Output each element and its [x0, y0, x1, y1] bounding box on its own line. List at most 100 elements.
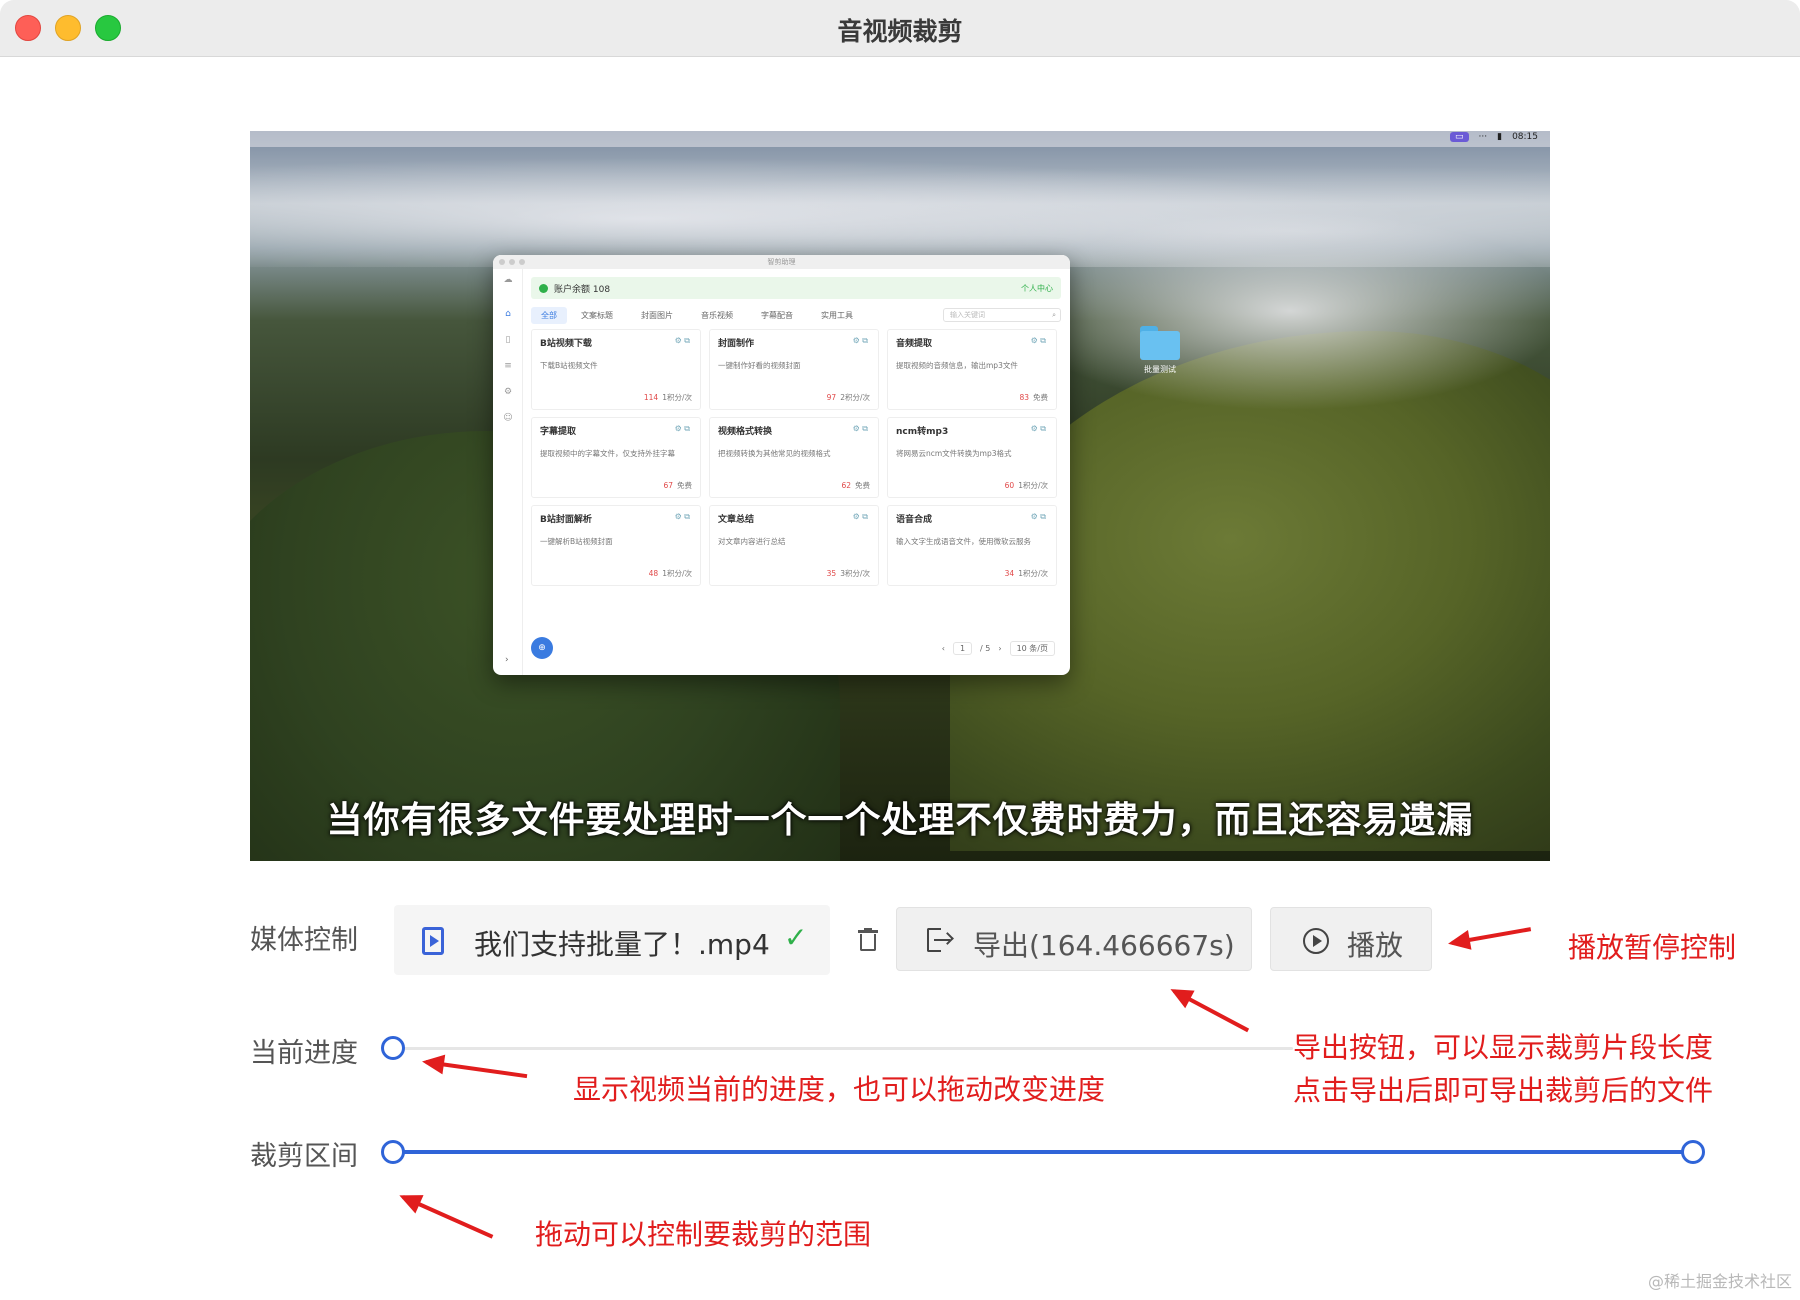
home-icon: ⌂ [505, 309, 511, 319]
check-icon: ✓ [784, 921, 808, 954]
tool-card-desc: 输入文字生成语音文件，使用微软云服务 [896, 537, 1031, 546]
trash-icon[interactable] [858, 928, 878, 952]
progress-label: 当前进度 [250, 1038, 358, 1069]
tool-card-desc: 一键解析B站视频封面 [540, 537, 613, 546]
export-icon [927, 928, 954, 952]
inner-app-title: 智剪助理 [767, 258, 796, 266]
tool-card-title: B站视频下载 [540, 339, 592, 349]
hot-count: 48 [648, 569, 659, 578]
menubar-clock: 08:15 [1512, 132, 1538, 142]
hot-count: 62 [841, 481, 851, 490]
file-selector[interactable]: 我们支持批量了！.mp4 ✓ [394, 905, 830, 975]
tool-card: 字幕提取 ⚙ ⧉ 提取视频中的字幕文件，仅支持外挂字幕 67 免费 [531, 417, 701, 498]
profile-link: 个人中心 [1021, 283, 1053, 293]
check-circle-icon [539, 283, 548, 293]
tool-card-title: B站封面解析 [540, 515, 592, 525]
balance-text: 账户余额 108 [554, 284, 611, 295]
annotation-arrow [1451, 927, 1532, 945]
inner-tabs: 全部 文案标题 封面图片 音乐视频 字幕配音 实用工具 输入关键词 [531, 306, 1061, 324]
annotation-export-1: 导出按钮，可以显示裁剪片段长度 [1293, 1031, 1714, 1064]
hot-count: 114 [643, 393, 659, 402]
balance-bar: 账户余额 108 个人中心 [531, 277, 1061, 299]
watermark: @稀土掘金技术社区 [1647, 1272, 1792, 1291]
inner-tab: 全部 [531, 306, 567, 324]
inner-tab: 文案标题 [581, 310, 613, 320]
range-label: 裁剪区间 [250, 1141, 358, 1172]
export-button[interactable]: 导出(164.466667s) [896, 907, 1252, 971]
tool-card-title: ncm转mp3 [896, 427, 949, 437]
card-action-icons: ⚙ ⧉ [852, 424, 868, 433]
folder-label: 批量测试 [1144, 365, 1176, 374]
hot-count: 35 [826, 569, 837, 578]
card-action-icons: ⚙ ⧉ [1030, 512, 1046, 521]
gear-icon: ⚙ [503, 387, 513, 397]
tool-card-desc: 提取视频的音频信息，输出mp3文件 [896, 361, 1018, 370]
tool-card: 语音合成 ⚙ ⧉ 输入文字生成语音文件，使用微软云服务 34 1积分/次 [887, 505, 1057, 586]
tool-card-desc: 把视频转换为其他常见的视频格式 [718, 449, 831, 458]
hot-count: 83 [1019, 393, 1029, 402]
title-bar: 音视频裁剪 [0, 0, 1800, 57]
media-control-label: 媒体控制 [250, 925, 358, 956]
video-subtitle: 当你有很多文件要处理时一个一个处理不仅费时费力，而且还容易遗漏 [326, 800, 1474, 841]
cost: 免费 [677, 481, 692, 490]
annotation-arrow [1173, 989, 1250, 1033]
tool-card: B站视频下载 ⚙ ⧉ 下载B站视频文件 114 1积分/次 [531, 329, 701, 410]
progress-track[interactable] [393, 1047, 1293, 1050]
tool-card: ncm转mp3 ⚙ ⧉ 将网易云ncm文件转换为mp3格式 60 1积分/次 [887, 417, 1057, 498]
inner-app-sidebar: ☁ ⌂ ▯ ≡ ⚙ ☺ [493, 269, 523, 675]
card-action-icons: ⚙ ⧉ [852, 512, 868, 521]
play-button[interactable]: 播放 [1270, 907, 1432, 971]
hot-count: 67 [663, 481, 673, 490]
user-icon: ☺ [503, 413, 513, 423]
tool-card-title: 封面制作 [718, 339, 755, 349]
card-action-icons: ⚙ ⧉ [674, 512, 690, 521]
cost: 1积分/次 [1018, 569, 1048, 578]
tool-card-desc: 一键制作好看的视频封面 [718, 361, 801, 370]
range-track[interactable] [393, 1150, 1693, 1154]
annotation-progress: 显示视频当前的进度，也可以拖动改变进度 [573, 1073, 1106, 1106]
play-label: 播放 [1347, 929, 1404, 962]
video-preview[interactable]: ▭ ··· ▮ 08:15 批量测试 智剪助理 ☁ ⌂ ▯ ≡ ⚙ ☺ 账户余额… [250, 131, 1550, 861]
tool-card: 封面制作 ⚙ ⧉ 一键制作好看的视频封面 97 2积分/次 [709, 329, 879, 410]
tool-card-desc: 对文章内容进行总结 [718, 537, 786, 546]
card-action-icons: ⚙ ⧉ [674, 336, 690, 345]
hot-count: 97 [826, 393, 837, 402]
tool-card-desc: 将网易云ncm文件转换为mp3格式 [896, 449, 1012, 458]
export-label: 导出(164.466667s) [973, 929, 1235, 962]
inner-tab: 音乐视频 [701, 310, 733, 320]
video-file-icon [422, 927, 444, 955]
video-menubar: ▭ ··· ▮ 08:15 [250, 131, 1550, 147]
doc-icon: ▯ [505, 335, 511, 345]
cost: 免费 [855, 481, 870, 490]
annotation-range: 拖动可以控制要裁剪的范围 [535, 1218, 872, 1251]
tool-card-desc: 下载B站视频文件 [540, 361, 598, 370]
tool-card: 视频格式转换 ⚙ ⧉ 把视频转换为其他常见的视频格式 62 免费 [709, 417, 879, 498]
cost: 1积分/次 [662, 569, 692, 578]
inner-tab: 实用工具 [821, 310, 853, 320]
tool-card: B站封面解析 ⚙ ⧉ 一键解析B站视频封面 48 1积分/次 [531, 505, 701, 586]
annotation-arrow [402, 1195, 494, 1239]
inner-tab: 封面图片 [641, 310, 673, 320]
cost: 免费 [1033, 393, 1048, 402]
progress-handle[interactable] [381, 1036, 405, 1060]
tool-card: 文章总结 ⚙ ⧉ 对文章内容进行总结 35 3积分/次 [709, 505, 879, 586]
list-icon: ≡ [504, 361, 512, 371]
annotation-play: 播放暂停控制 [1568, 931, 1737, 964]
menubar-battery-icon: ▮ [1497, 132, 1503, 142]
menubar-app-icon: ▭ [1450, 132, 1469, 142]
tool-card-title: 语音合成 [896, 515, 933, 525]
app-window: 音视频裁剪 ▭ ··· ▮ 08:15 批量测试 智剪助理 ☁ ⌂ ▯ ≡ ⚙ … [0, 0, 1800, 1300]
tool-card-desc: 提取视频中的字幕文件，仅支持外挂字幕 [540, 449, 675, 458]
hot-count: 60 [1004, 481, 1015, 490]
logo-icon: ☁ [503, 275, 513, 285]
range-start-handle[interactable] [381, 1140, 405, 1164]
menubar-more-icon: ··· [1478, 132, 1488, 142]
card-action-icons: ⚙ ⧉ [852, 336, 868, 345]
hot-count: 34 [1004, 569, 1015, 578]
play-icon [1303, 928, 1329, 954]
range-end-handle[interactable] [1681, 1140, 1705, 1164]
window-title: 音视频裁剪 [837, 17, 963, 46]
tool-card: 音频提取 ⚙ ⧉ 提取视频的音频信息，输出mp3文件 83 免费 [887, 329, 1057, 410]
tool-cards: B站视频下载 ⚙ ⧉ 下载B站视频文件 114 1积分/次 封面制作 ⚙ ⧉ 一键制作好看的视… [531, 329, 1061, 586]
card-action-icons: ⚙ ⧉ [1030, 336, 1046, 345]
